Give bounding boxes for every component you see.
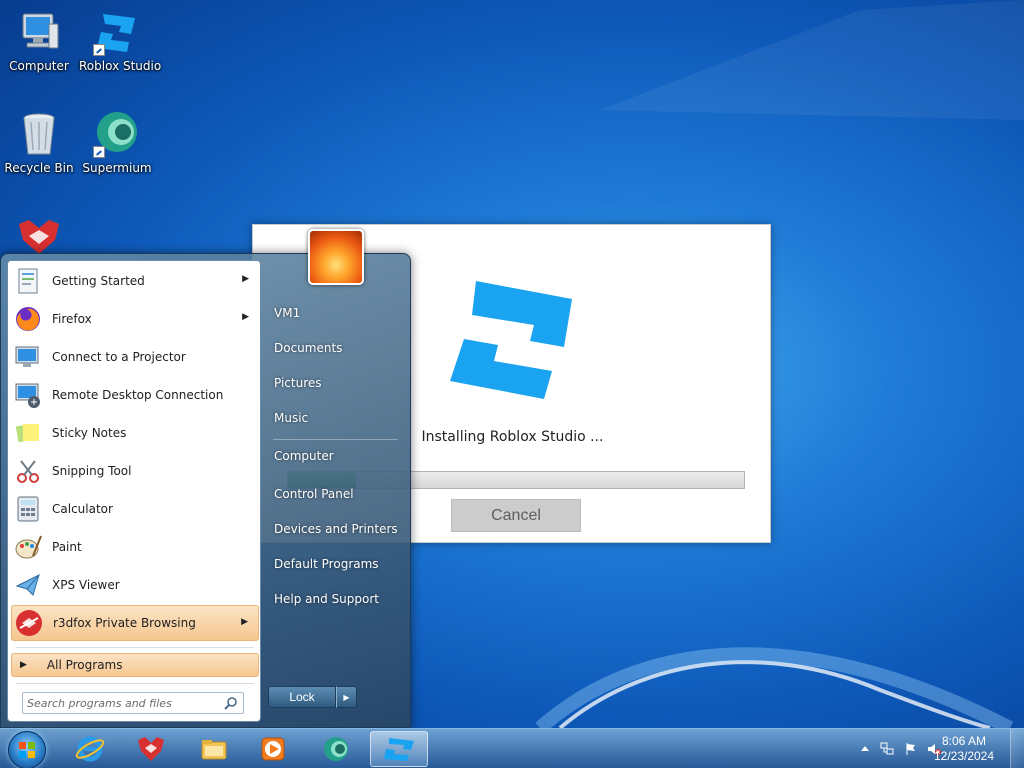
computer-icon (15, 8, 63, 56)
place-documents[interactable]: Documents (263, 333, 408, 363)
program-label: Paint (52, 540, 82, 554)
program-calculator[interactable]: Calculator (11, 491, 259, 527)
taskbar-internet-explorer[interactable] (64, 731, 116, 767)
taskbar-file-explorer[interactable] (188, 731, 240, 767)
roblox-studio-logo-icon (450, 281, 572, 399)
network-icon[interactable] (880, 742, 894, 756)
firefox-icon (11, 302, 45, 336)
recycle-bin-icon (15, 110, 63, 158)
program-firefox[interactable]: Firefox ▶ (11, 301, 259, 337)
program-label: Snipping Tool (52, 464, 132, 478)
program-label: Connect to a Projector (52, 350, 186, 364)
desktop-icon-label: Supermium (82, 161, 152, 175)
taskbar-r3dfox[interactable] (125, 731, 177, 767)
place-devices-and-printers[interactable]: Devices and Printers (263, 514, 408, 544)
place-music[interactable]: Music (263, 403, 408, 433)
start-menu-programs-pane: Getting Started ▶ Firefox ▶ Connect to a… (7, 260, 261, 722)
start-menu: Getting Started ▶ Firefox ▶ Connect to a… (0, 229, 411, 728)
windows-logo-icon (19, 742, 35, 758)
place-computer[interactable]: Computer (263, 441, 408, 471)
user-account-picture[interactable] (308, 229, 364, 285)
place-help-and-support[interactable]: Help and Support (263, 584, 408, 614)
program-getting-started[interactable]: Getting Started ▶ (11, 263, 259, 299)
getting-started-icon (11, 264, 45, 298)
file-explorer-icon (201, 740, 227, 760)
roblox-studio-icon (384, 738, 414, 761)
program-connect-to-projector[interactable]: Connect to a Projector (11, 339, 259, 375)
separator (16, 683, 254, 684)
taskbar-roblox-studio[interactable] (370, 731, 428, 767)
snipping-tool-icon (11, 454, 45, 488)
calculator-icon (11, 492, 45, 526)
program-label: Calculator (52, 502, 113, 516)
desktop-icon-label: Computer (9, 59, 69, 73)
shutdown-options-arrow-icon[interactable]: ▶ (336, 686, 357, 708)
internet-explorer-icon (75, 736, 105, 762)
place-pictures[interactable]: Pictures (263, 368, 408, 398)
desktop: Computer Roblox Studio Recycle Bin Super… (0, 0, 1024, 728)
supermium-icon (324, 737, 348, 761)
search-box (22, 692, 244, 714)
remote-desktop-icon (11, 378, 45, 412)
place-control-panel[interactable]: Control Panel (263, 479, 408, 509)
roblox-studio-icon (93, 8, 141, 56)
separator (273, 439, 398, 440)
desktop-icon-label: Recycle Bin (4, 161, 74, 175)
program-remote-desktop[interactable]: Remote Desktop Connection (11, 377, 259, 413)
expand-arrow-icon: ▶ (20, 660, 27, 670)
program-label: Sticky Notes (52, 426, 127, 440)
taskbar-supermium[interactable] (310, 731, 362, 767)
r3dfox-private-icon (12, 606, 46, 640)
desktop-icon-supermium[interactable]: Supermium (79, 110, 155, 175)
submenu-arrow-icon: ▶ (242, 274, 249, 284)
place-vm1[interactable]: VM1 (263, 298, 408, 328)
all-programs-button[interactable]: ▶ All Programs (11, 653, 259, 677)
program-label: XPS Viewer (52, 578, 120, 592)
program-label: Firefox (52, 312, 92, 326)
taskbar-media-player[interactable] (247, 731, 299, 767)
r3dfox-icon (138, 737, 164, 761)
taskbar: 8:06 AM 12/23/2024 (0, 728, 1024, 768)
all-programs-label: All Programs (46, 658, 123, 672)
supermium-icon (93, 110, 141, 158)
desktop-icon-roblox-studio[interactable]: Roblox Studio (79, 8, 162, 73)
xps-viewer-icon (11, 568, 45, 602)
action-center-flag-icon[interactable] (904, 742, 918, 756)
shortcut-arrow-icon (93, 44, 105, 56)
submenu-arrow-icon: ▶ (242, 312, 249, 322)
projector-icon (11, 340, 45, 374)
program-sticky-notes[interactable]: Sticky Notes (11, 415, 259, 451)
cancel-button[interactable]: Cancel (451, 499, 581, 532)
desktop-icon-label: Roblox Studio (79, 59, 162, 73)
program-paint[interactable]: Paint (11, 529, 259, 565)
separator (16, 647, 254, 648)
lock-button[interactable]: Lock (268, 686, 336, 708)
program-label: Getting Started (52, 274, 145, 288)
clock-time: 8:06 AM (941, 734, 987, 748)
start-button[interactable] (8, 731, 46, 768)
desktop-icon-recycle-bin[interactable]: Recycle Bin (1, 110, 77, 175)
program-label: r3dfox Private Browsing (53, 616, 196, 630)
search-icon[interactable] (224, 696, 238, 710)
show-hidden-icons-icon[interactable] (858, 742, 872, 756)
program-snipping-tool[interactable]: Snipping Tool (11, 453, 259, 489)
paint-icon (11, 530, 45, 564)
system-tray: 8:06 AM 12/23/2024 (834, 729, 1024, 768)
media-player-icon (261, 737, 285, 761)
search-input[interactable] (27, 695, 217, 711)
place-default-programs[interactable]: Default Programs (263, 549, 408, 579)
submenu-arrow-icon: ▶ (241, 617, 248, 627)
program-xps-viewer[interactable]: XPS Viewer (11, 567, 259, 603)
shortcut-arrow-icon (93, 146, 105, 158)
clock-date: 12/23/2024 (933, 749, 995, 763)
start-menu-places-pane: VM1 Documents Pictures Music Computer Co… (263, 284, 409, 724)
sticky-notes-icon (11, 416, 45, 450)
program-label: Remote Desktop Connection (52, 388, 224, 402)
clock[interactable]: 8:06 AM 12/23/2024 (926, 734, 1002, 764)
program-r3dfox-private-browsing[interactable]: r3dfox Private Browsing ▶ (11, 605, 259, 641)
desktop-icon-computer[interactable]: Computer (1, 8, 77, 73)
show-desktop-button[interactable] (1010, 729, 1024, 768)
